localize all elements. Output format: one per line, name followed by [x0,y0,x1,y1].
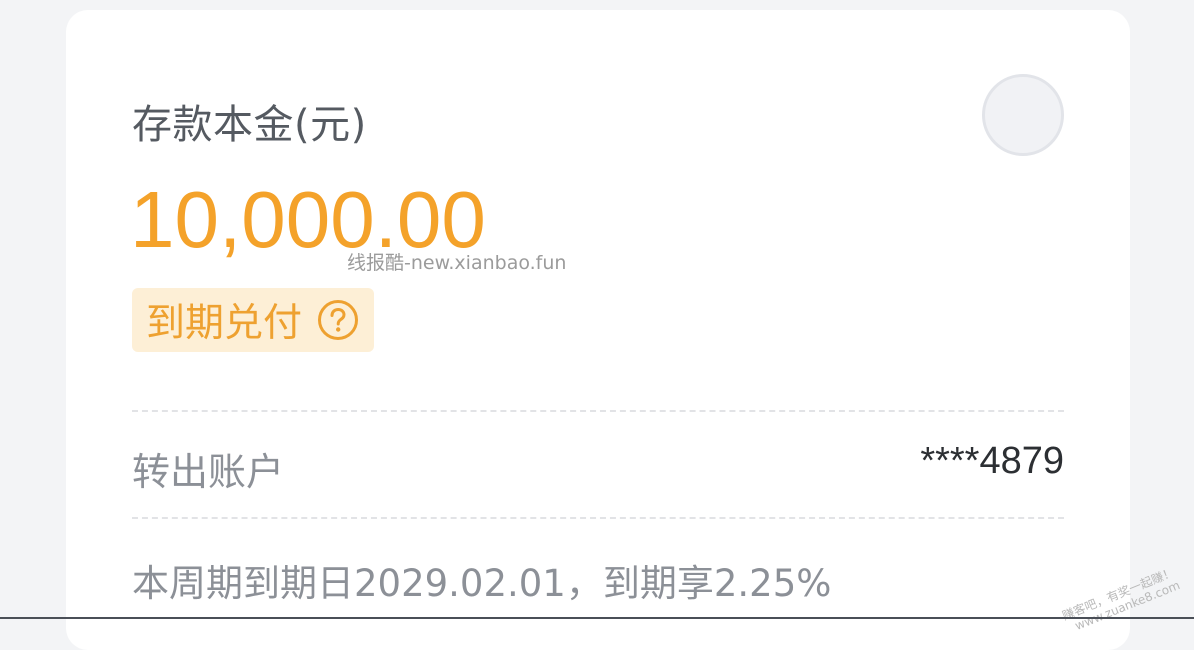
circle-icon[interactable] [982,74,1064,156]
question-circle-icon[interactable] [316,298,360,342]
account-label: 转出账户 [132,450,285,494]
maturity-info: 本周期到期日2029.02.01，到期享2.25% [132,562,832,605]
divider [132,517,1064,519]
badge-label: 到期兑付 [146,301,303,346]
watermark-text: 线报酷-new.xianbao.fun [347,252,567,274]
redeem-on-maturity-badge[interactable]: 到期兑付 [132,288,375,352]
principal-label: 存款本金(元) [132,102,367,148]
deposit-card: 存款本金(元) 10,000.00 到期兑付 转出账户 ****4879 本周期… [66,10,1130,650]
divider [132,410,1064,412]
account-number: ****4879 [920,440,1064,482]
